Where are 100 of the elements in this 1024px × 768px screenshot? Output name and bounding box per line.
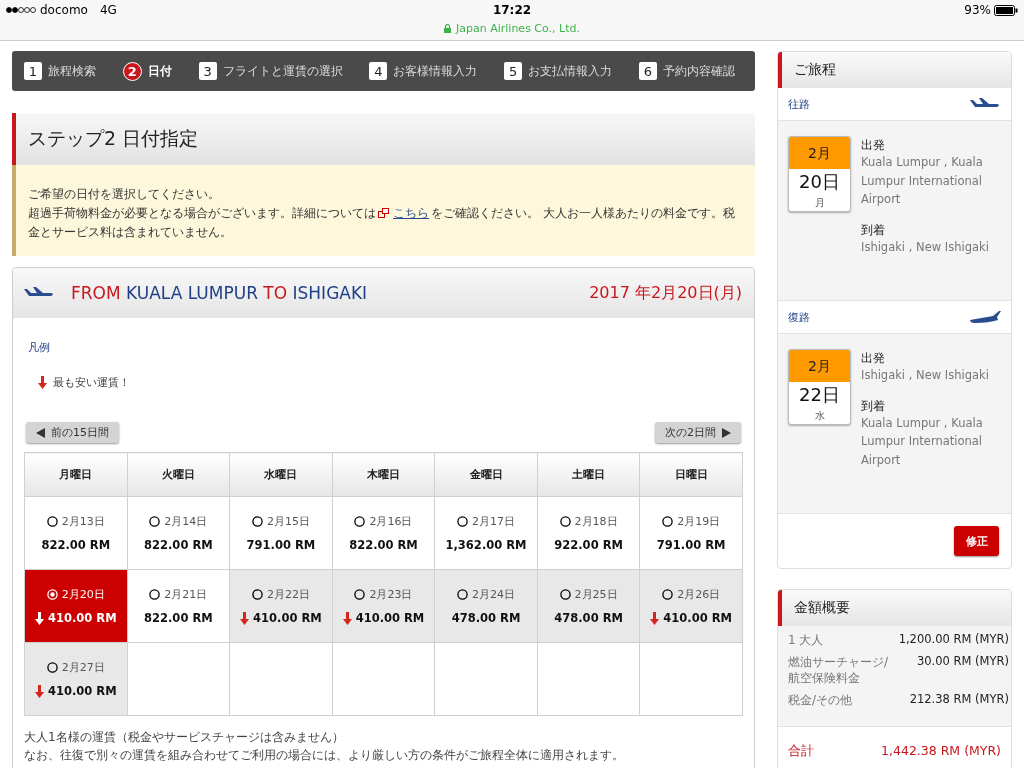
field-label: 到着 [861,222,886,238]
badge-day: 20日 [789,169,850,195]
date-label: 2月13日 [61,514,105,529]
fare-price: 791.00 RM [656,538,726,552]
date-cell[interactable]: 2月16日 822.00 RM [332,496,435,570]
badge-month: 2月 [789,350,850,382]
step-number: 6 [639,62,657,80]
date-cell[interactable]: 2月27日 410.00 RM [24,642,128,716]
price-label: 1 大人 [788,632,825,648]
route-date: 2017 年2月20日(月) [589,282,742,304]
card-title: 金額概要 [794,599,850,617]
date-label: 2月26日 [677,587,721,602]
badge-month: 2月 [789,137,850,169]
fare-price: 822.00 RM [349,538,418,552]
weekday-header: 月曜日 [24,452,128,497]
step-label: お客様情報入力 [393,62,478,80]
badge-day: 22日 [789,382,850,408]
left-triangle-icon [36,427,45,438]
date-label: 2月24日 [472,587,516,602]
date-cell[interactable]: 2月23日 410.00 RM [332,569,435,643]
date-cell[interactable]: 2月21日 822.00 RM [127,569,230,643]
notice-text: 超過手荷物料金が必要となる場合がございます。詳細については こちら をご確認ください。 大人お一人様あたりの料金です。税金とサービス料は含まれていません。 [28,205,736,241]
radio-icon [662,589,674,600]
date-label: 2月18日 [574,514,618,529]
radio-icon [354,589,366,600]
fare-price: 1,362.00 RM [445,538,527,552]
edit-button[interactable]: 修正 [954,526,999,556]
badge-weekday: 月 [813,196,826,210]
date-cell[interactable]: 2月18日 922.00 RM [537,496,640,570]
notice-text: ご希望の日付を選択してください。 [28,186,221,203]
date-cell[interactable]: 2月14日 822.00 RM [127,496,230,570]
step-number: 1 [24,62,42,80]
date-label: 2月27日 [61,660,105,675]
total-label: 合計 [788,743,814,760]
step-number: 2 [122,61,142,81]
date-label: 2月20日 [61,587,105,602]
date-cell[interactable]: 2月17日 1,362.00 RM [434,496,538,570]
date-cell[interactable]: 2月15日 791.00 RM [229,496,333,570]
radio-icon [559,589,571,600]
fare-price: 922.00 RM [554,538,623,552]
date-cell[interactable]: 2月20日 410.00 RM [24,569,128,643]
airport-name: Kuala Lumpur , Kuala Lumpur International Airport [861,154,984,208]
details-link[interactable]: こちら [393,206,429,220]
date-cell[interactable]: 2月24日 478.00 RM [434,569,538,643]
step-label: 日付 [147,62,172,80]
date-label: 2月14日 [164,514,208,529]
date-label: 2月16日 [369,514,413,529]
fare-price: 822.00 RM [41,538,111,552]
field-label: 出発 [861,138,886,153]
radio-icon [251,589,263,600]
battery-icon [994,4,1018,16]
step-label: 予約内容確認 [663,62,735,80]
fare-note: 大人1名様の運賃（税金やサービスチャージは含みません） [24,729,345,746]
radio-icon [149,516,161,527]
airplane-icon [23,287,55,299]
network-type: 4G [99,3,117,17]
fare-note: なお、往復で別々の運賃を組み合わせてご利用の場合には、より厳しい方の条件がご旅程全体に適用されます。 [24,747,625,764]
fare-price: 822.00 RM [144,538,213,552]
date-cell[interactable]: 2月25日 478.00 RM [537,569,640,643]
price-value: 1,200.00 RM (MYR) [898,632,1010,646]
airport-name: Ishigaki , New Ishigaki [861,238,990,256]
clock-time: 17:22 [492,3,532,17]
weekday-header: 土曜日 [537,452,640,497]
step-label: フライトと運賃の選択 [222,62,343,80]
weekday-header: 金曜日 [434,452,538,497]
legend-label: 最も安い運賃！ [53,375,130,390]
date-label: 2月22日 [266,587,310,602]
date-cell[interactable]: 2月19日 791.00 RM [639,496,743,570]
fare-price: 822.00 RM [144,611,213,625]
legend-title: 凡例 [28,340,51,355]
right-triangle-icon [722,427,731,438]
weekday-header: 火曜日 [127,452,230,497]
next-button[interactable]: 次の2日間 [655,422,741,443]
weekday-header: 日曜日 [639,452,743,497]
battery-percent: 93% [964,3,991,17]
route-title: FROM KUALA LUMPUR TO ISHIGAKI [71,283,369,303]
radio-icon [457,589,469,600]
external-link-icon [378,208,389,218]
fare-price: 410.00 RM [355,611,425,625]
date-cell[interactable]: 2月26日 410.00 RM [639,569,743,643]
date-cell[interactable]: 2月22日 410.00 RM [229,569,333,643]
previous-button[interactable]: 前の15日間 [26,422,119,443]
price-value: 30.00 RM (MYR) [916,654,1010,668]
airplane-icon [969,98,1001,110]
lock-icon [444,23,451,33]
radio-icon [46,589,58,600]
radio-icon [46,662,58,673]
step-label: お支払情報入力 [528,62,613,80]
page-title: ステップ2 日付指定 [28,126,199,151]
step-label: 旅程検索 [48,62,96,80]
airport-name: Kuala Lumpur , Kuala Lumpur International Airport [861,414,984,469]
date-cell[interactable]: 2月13日 822.00 RM [24,496,128,570]
radio-icon [662,516,674,527]
date-label: 2月15日 [266,514,310,529]
step-number: 3 [198,62,217,80]
airplane-icon [969,311,1001,323]
date-label: 2月23日 [369,587,413,602]
signal-icon [6,7,36,13]
price-value: 212.38 RM (MYR) [909,692,1010,706]
step-number: 4 [369,62,388,80]
